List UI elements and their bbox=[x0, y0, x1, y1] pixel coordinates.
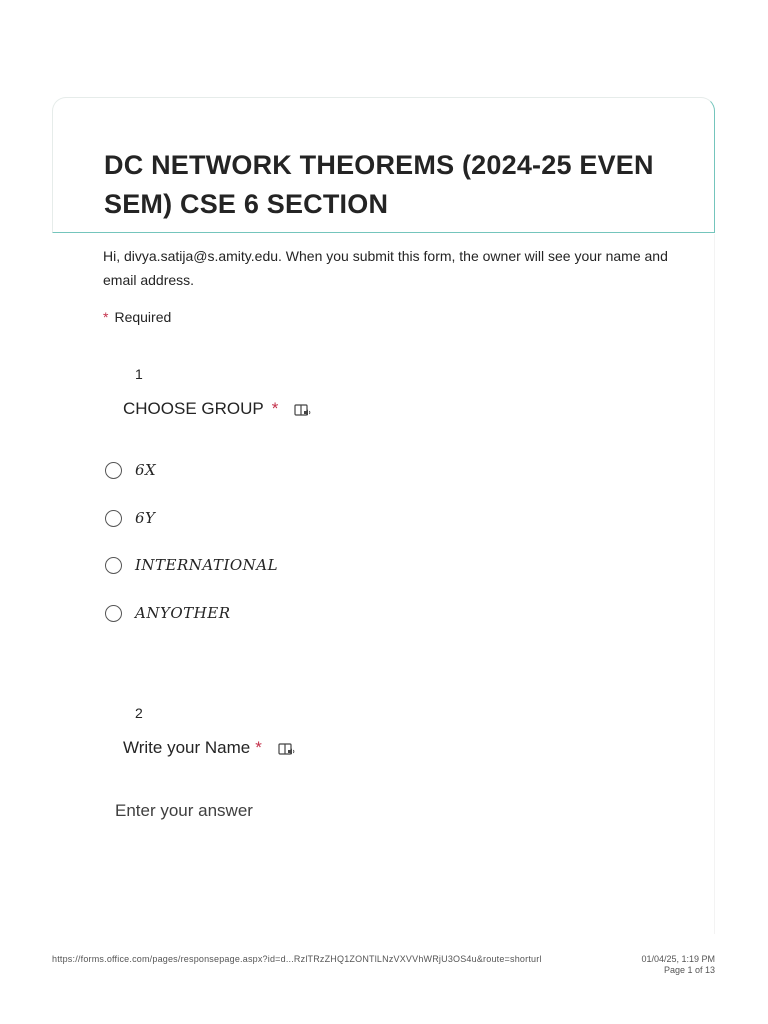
form-body bbox=[52, 234, 715, 934]
option-label: 6Y bbox=[135, 509, 156, 527]
radio-button[interactable] bbox=[105, 461, 122, 479]
name-answer-input[interactable] bbox=[115, 801, 535, 821]
required-label: Required bbox=[114, 309, 172, 325]
option-label: ANYOTHER bbox=[135, 604, 231, 622]
question-2-number: 2 bbox=[135, 705, 143, 721]
footer-info: 01/04/25, 1:19 PM Page 1 of 13 bbox=[641, 954, 715, 976]
question-1-label: CHOOSE GROUP bbox=[123, 399, 264, 418]
immersive-reader-icon[interactable] bbox=[294, 402, 312, 418]
option-label: 6X bbox=[135, 461, 157, 479]
form-title: DC NETWORK THEOREMS (2024-25 EVEN SEM) C… bbox=[104, 150, 654, 219]
question-1-number: 1 bbox=[135, 366, 143, 382]
immersive-reader-icon[interactable] bbox=[278, 741, 296, 757]
required-note: * Required bbox=[103, 309, 171, 325]
required-star: * bbox=[103, 309, 109, 325]
option-label: INTERNATIONAL bbox=[135, 556, 279, 574]
footer-page-number: Page 1 of 13 bbox=[663, 965, 715, 975]
radio-button[interactable] bbox=[105, 509, 122, 527]
question-2-title: Write your Name * bbox=[123, 738, 296, 758]
option-6x[interactable]: 6X bbox=[105, 461, 156, 479]
option-6y[interactable]: 6Y bbox=[105, 509, 155, 527]
radio-button[interactable] bbox=[105, 604, 122, 622]
question-1-required-star: * bbox=[271, 399, 279, 418]
question-1-title: CHOOSE GROUP * bbox=[123, 399, 312, 419]
option-anyother[interactable]: ANYOTHER bbox=[105, 604, 231, 622]
radio-button[interactable] bbox=[105, 556, 122, 574]
intro-text: Hi, divya.satija@s.amity.edu. When you s… bbox=[103, 248, 668, 288]
form-header-card: DC NETWORK THEOREMS (2024-25 EVEN SEM) C… bbox=[52, 97, 715, 233]
footer-datetime: 01/04/25, 1:19 PM bbox=[641, 954, 715, 964]
question-2-label: Write your Name bbox=[123, 738, 251, 757]
footer-url: https://forms.office.com/pages/responsep… bbox=[52, 954, 542, 964]
option-international[interactable]: INTERNATIONAL bbox=[105, 556, 278, 574]
question-2-required-star: * bbox=[255, 738, 262, 757]
